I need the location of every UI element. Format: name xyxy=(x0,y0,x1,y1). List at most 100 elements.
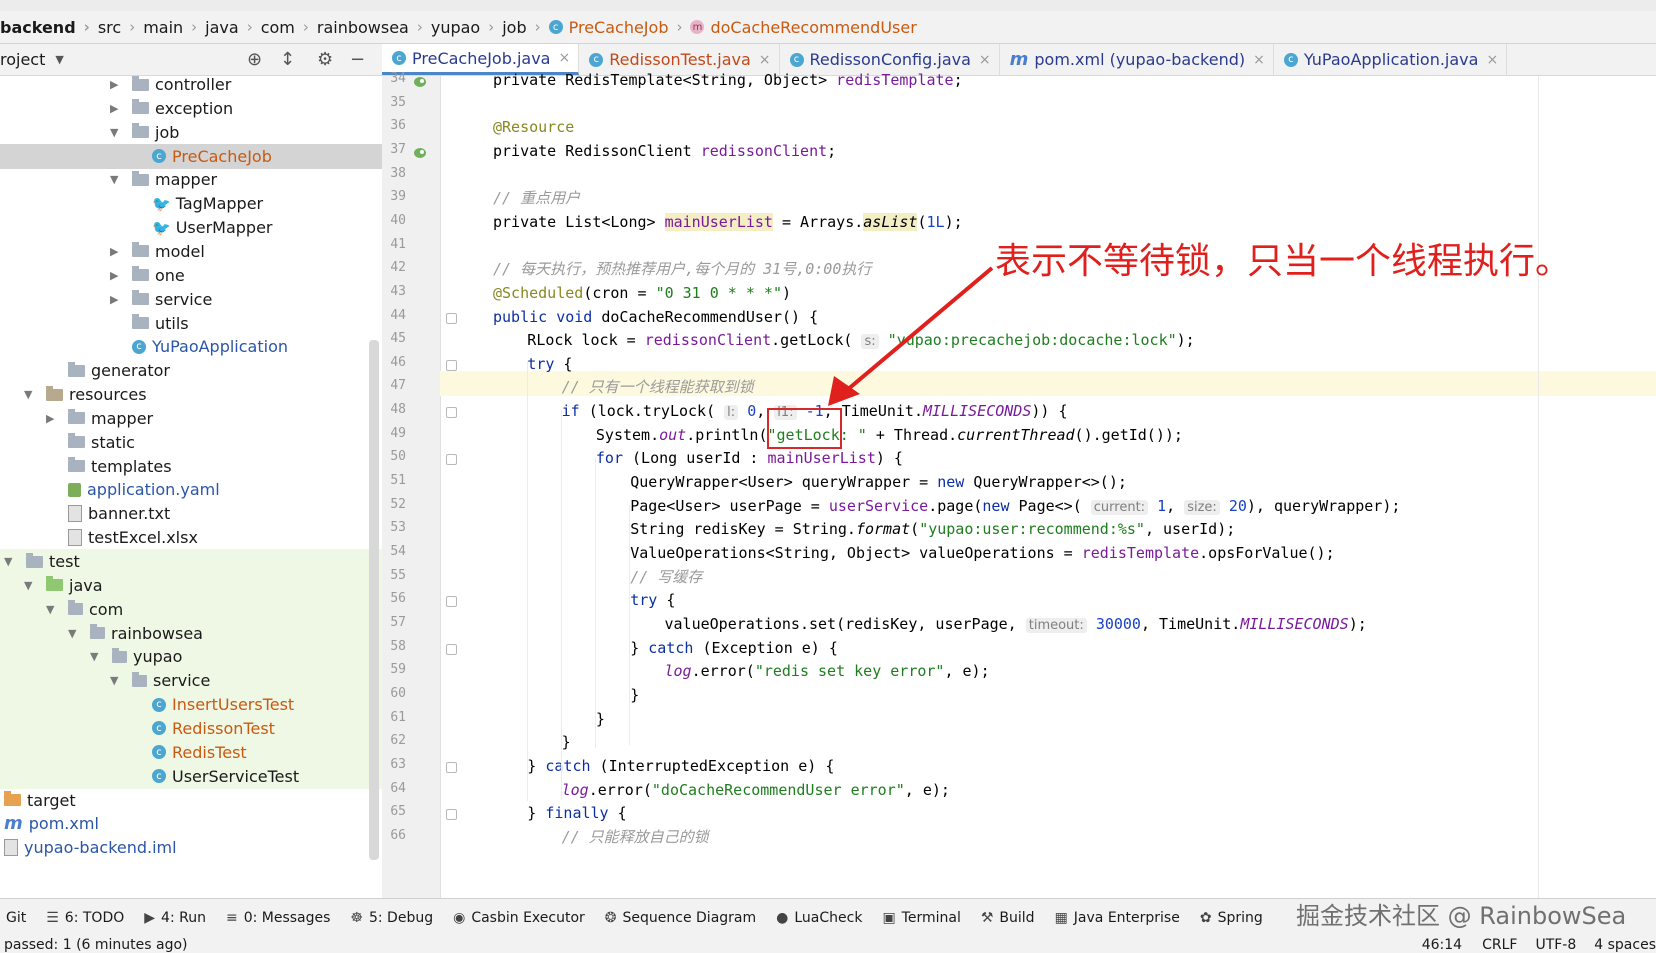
fold-marker-icon[interactable] xyxy=(446,809,457,821)
tree-item[interactable]: 🐦 UserMapper xyxy=(0,215,382,240)
tab-pom-xml-yupao-backend-[interactable]: m pom.xml (yupao-backend) × xyxy=(1000,44,1274,75)
line-separator[interactable]: CRLF xyxy=(1482,937,1517,953)
code-line[interactable]: log.error("redis set key error", e); xyxy=(665,659,990,684)
chevron-right-icon[interactable]: ▶ xyxy=(46,412,54,425)
code-line[interactable]: // 每天执行，预热推荐用户,每个月的 31号,0:00执行 xyxy=(493,257,871,282)
tree-item[interactable]: yupao-backend.iml xyxy=(0,835,382,860)
tree-item[interactable]: c InsertUsersTest xyxy=(0,692,382,718)
tree-item[interactable]: c PreCacheJob xyxy=(0,143,382,169)
code-line[interactable]: Page<User> userPage = userService.page(n… xyxy=(630,494,1400,519)
chevron-right-icon[interactable]: ▶ xyxy=(110,102,118,115)
file-encoding[interactable]: UTF-8 xyxy=(1535,937,1576,953)
chevron-right-icon[interactable]: ▶ xyxy=(110,269,118,282)
collapse-icon[interactable]: ↕ xyxy=(280,49,295,70)
tool-window-git[interactable]: Git xyxy=(6,910,26,926)
tool-window-luacheck[interactable]: ● LuaCheck xyxy=(776,910,862,926)
chevron-down-icon[interactable]: ▼ xyxy=(4,555,12,568)
tree-item[interactable]: ▶ one xyxy=(0,263,382,288)
spring-bean-icon[interactable] xyxy=(413,73,427,87)
code-line[interactable]: String redisKey = String.format("yupao:u… xyxy=(630,517,1235,542)
code-line[interactable]: QueryWrapper<User> queryWrapper = new Qu… xyxy=(630,470,1127,495)
tree-item[interactable]: static xyxy=(0,430,382,455)
tree-item[interactable]: ▼ resources xyxy=(0,382,382,407)
code-line[interactable]: // 写缓存 xyxy=(630,565,702,590)
code-line[interactable]: private RedisTemplate<String, Object> re… xyxy=(493,68,963,93)
tree-item[interactable]: ▼ mapper xyxy=(0,167,382,192)
tree-item[interactable]: ▼ job xyxy=(0,120,382,145)
fold-marker-icon[interactable] xyxy=(446,643,457,655)
tree-item[interactable]: banner.txt xyxy=(0,501,382,526)
fold-marker-icon[interactable] xyxy=(446,454,457,466)
code-line[interactable]: log.error("doCacheRecommendUser error", … xyxy=(562,778,950,803)
breadcrumb-item-method[interactable]: m doCacheRecommendUser xyxy=(682,18,917,37)
close-icon[interactable]: × xyxy=(759,52,771,68)
code-line[interactable]: } catch (Exception e) { xyxy=(630,636,838,661)
tool-window-spring[interactable]: ✿ Spring xyxy=(1200,910,1263,926)
tool-window-5-debug[interactable]: ☸ 5: Debug xyxy=(350,910,433,926)
breadcrumb-item-rainbowsea[interactable]: rainbowsea › xyxy=(309,18,423,37)
fold-marker-icon[interactable] xyxy=(446,407,457,419)
chevron-right-icon[interactable]: ▶ xyxy=(110,293,118,306)
chevron-down-icon[interactable]: ▼ xyxy=(90,650,98,663)
code-line[interactable]: // 只有一个线程能获取到锁 xyxy=(562,375,754,400)
code-line[interactable]: } xyxy=(562,730,571,755)
fold-marker-icon[interactable] xyxy=(446,359,457,371)
close-icon[interactable]: × xyxy=(1253,52,1265,68)
code-line[interactable]: // 重点用户 xyxy=(493,186,580,211)
tree-item[interactable]: c RedissonTest xyxy=(0,715,382,741)
status-message[interactable]: passed: 1 (6 minutes ago) xyxy=(4,937,188,953)
tree-item[interactable]: ▼ rainbowsea xyxy=(0,620,382,646)
chevron-down-icon[interactable]: ▼ xyxy=(24,579,32,592)
chevron-down-icon[interactable]: ▼ xyxy=(24,388,32,401)
chevron-right-icon[interactable]: ▶ xyxy=(110,245,118,258)
code-line[interactable]: public void doCacheRecommendUser() { xyxy=(493,305,818,330)
code-line[interactable]: } xyxy=(596,707,605,732)
breadcrumb-item-main[interactable]: main › xyxy=(135,18,197,37)
tree-item[interactable]: ▶ model xyxy=(0,239,382,264)
indent-setting[interactable]: 4 spaces xyxy=(1594,937,1656,953)
tool-window-casbin-executor[interactable]: ◉ Casbin Executor xyxy=(453,910,585,926)
tree-item[interactable]: ▶ controller xyxy=(0,76,382,97)
tool-window-terminal[interactable]: ▣ Terminal xyxy=(882,910,960,926)
tree-item[interactable]: ▶ service xyxy=(0,287,382,312)
tool-window-build[interactable]: ⚒ Build xyxy=(981,910,1035,926)
breadcrumb-item-job[interactable]: job › xyxy=(494,18,540,37)
tree-item[interactable]: generator xyxy=(0,358,382,383)
gear-icon[interactable]: ⚙ xyxy=(317,49,333,70)
chevron-down-icon[interactable]: ▼ xyxy=(110,674,118,687)
tree-item[interactable]: utils xyxy=(0,311,382,336)
tree-item[interactable]: target xyxy=(0,788,382,813)
close-icon[interactable]: × xyxy=(1486,52,1498,68)
tree-item[interactable]: application.yaml xyxy=(0,477,382,502)
breadcrumb-item-project[interactable]: backend › xyxy=(0,18,90,37)
target-icon[interactable]: ⊕ xyxy=(247,49,262,70)
tool-window-0-messages[interactable]: ≡ 0: Messages xyxy=(226,910,330,926)
minimize-icon[interactable]: − xyxy=(350,49,365,70)
tree-item[interactable]: ▼ com xyxy=(0,596,382,622)
breadcrumb-item-src[interactable]: src › xyxy=(90,18,135,37)
close-icon[interactable]: × xyxy=(558,50,570,66)
chevron-down-icon[interactable]: ▼ xyxy=(68,627,76,640)
close-icon[interactable]: × xyxy=(979,52,991,68)
tree-item[interactable]: ▼ yupao xyxy=(0,644,382,670)
tool-window-sequence-diagram[interactable]: ❂ Sequence Diagram xyxy=(605,910,756,926)
code-line[interactable]: @Resource xyxy=(493,115,574,140)
breadcrumb-item-java[interactable]: java › xyxy=(197,18,253,37)
tool-window-6-todo[interactable]: ☰ 6: TODO xyxy=(46,910,124,926)
tree-item[interactable]: c UserServiceTest xyxy=(0,763,382,789)
project-view-selector[interactable]: roject ▼ xyxy=(0,50,64,69)
tree-item[interactable]: testExcel.xlsx xyxy=(0,525,382,550)
breadcrumb-item-class[interactable]: c PreCacheJob › xyxy=(541,18,682,37)
tree-scrollbar[interactable] xyxy=(369,340,379,860)
code-line[interactable]: try { xyxy=(630,588,675,613)
tree-item[interactable]: c RedisTest xyxy=(0,739,382,765)
code-line[interactable]: @Scheduled(cron = "0 31 0 * * *") xyxy=(493,281,791,306)
chevron-down-icon[interactable]: ▼ xyxy=(46,603,54,616)
tool-window-java-enterprise[interactable]: ▦ Java Enterprise xyxy=(1055,910,1180,926)
tree-item[interactable]: ▼ test xyxy=(0,549,382,574)
code-line[interactable]: private List<Long> mainUserList = Arrays… xyxy=(493,210,963,235)
chevron-right-icon[interactable]: ▶ xyxy=(110,78,118,91)
code-line[interactable]: } finally { xyxy=(527,801,626,826)
tree-item[interactable]: ▶ exception xyxy=(0,96,382,121)
code-line[interactable]: System.out.println("getLock: " + Thread.… xyxy=(596,423,1183,448)
